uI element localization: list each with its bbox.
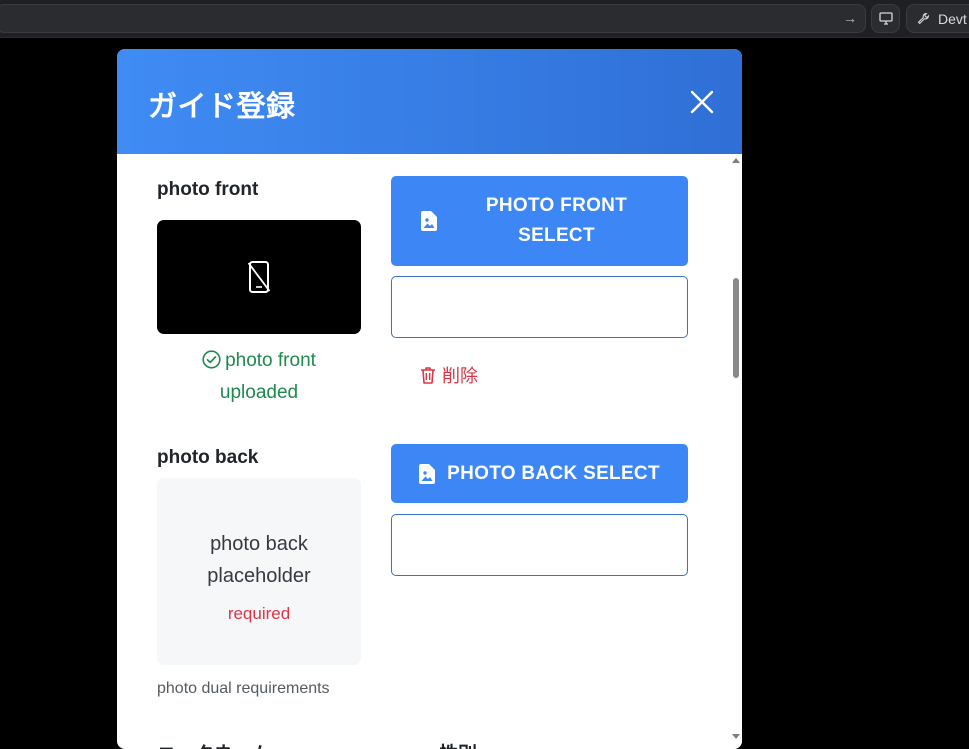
photo-back-placeholder: photo back placeholder required (157, 478, 361, 665)
photo-back-select-label: PHOTO BACK SELECT (447, 462, 660, 484)
devtools-button[interactable]: Devt (906, 4, 969, 33)
devtools-label: Devt (938, 10, 967, 27)
guide-registration-modal: ガイド登録 photo front photo front uploaded P… (117, 49, 742, 749)
address-bar[interactable]: → (0, 4, 866, 33)
scrollbar-thumb[interactable] (733, 278, 739, 378)
photo-front-file-input[interactable] (391, 276, 688, 338)
photo-front-preview (157, 220, 361, 334)
photo-front-status-line1: photo front (225, 350, 316, 371)
modal-scrollbar[interactable] (730, 154, 742, 749)
delete-label: 削除 (442, 366, 478, 386)
trash-icon (421, 367, 435, 384)
gender-label: 性別 (439, 739, 477, 749)
close-icon (690, 90, 714, 114)
delete-button[interactable]: 削除 (420, 362, 478, 388)
photo-front-select-line2: SELECT (518, 225, 595, 246)
check-circle-icon (202, 350, 221, 369)
photo-back-select-button[interactable]: PHOTO BACK SELECT (391, 444, 688, 503)
scroll-up-arrow-icon[interactable] (732, 158, 740, 163)
photo-back-placeholder-line2: placeholder (207, 565, 311, 587)
required-badge: required (227, 604, 291, 623)
close-button[interactable] (687, 87, 717, 117)
mobile-off-icon (248, 261, 270, 293)
photo-front-select-line1: PHOTO FRONT (485, 195, 628, 216)
modal-title: ガイド登録 (148, 91, 296, 123)
photo-front-status: photo front uploaded (157, 345, 361, 409)
photo-back-label: photo back (157, 447, 259, 468)
photo-front-label: photo front (157, 179, 259, 200)
go-arrow-icon[interactable]: → (843, 10, 857, 26)
wrench-icon (917, 12, 930, 25)
photo-requirements-hint: photo dual requirements (157, 680, 330, 697)
image-file-icon (421, 211, 437, 231)
photo-front-select-button[interactable]: PHOTO FRONT SELECT (391, 176, 688, 266)
photo-back-placeholder-line1: photo back (210, 533, 308, 555)
nickname-label: ニックネーム (157, 739, 270, 749)
monitor-icon[interactable] (871, 4, 900, 33)
modal-header: ガイド登録 (117, 49, 742, 154)
browser-toolbar: → Devt (0, 0, 969, 38)
scroll-down-arrow-icon[interactable] (732, 734, 740, 739)
photo-front-status-line2: uploaded (219, 382, 299, 403)
photo-back-file-input[interactable] (391, 514, 688, 576)
image-file-icon (419, 463, 436, 484)
